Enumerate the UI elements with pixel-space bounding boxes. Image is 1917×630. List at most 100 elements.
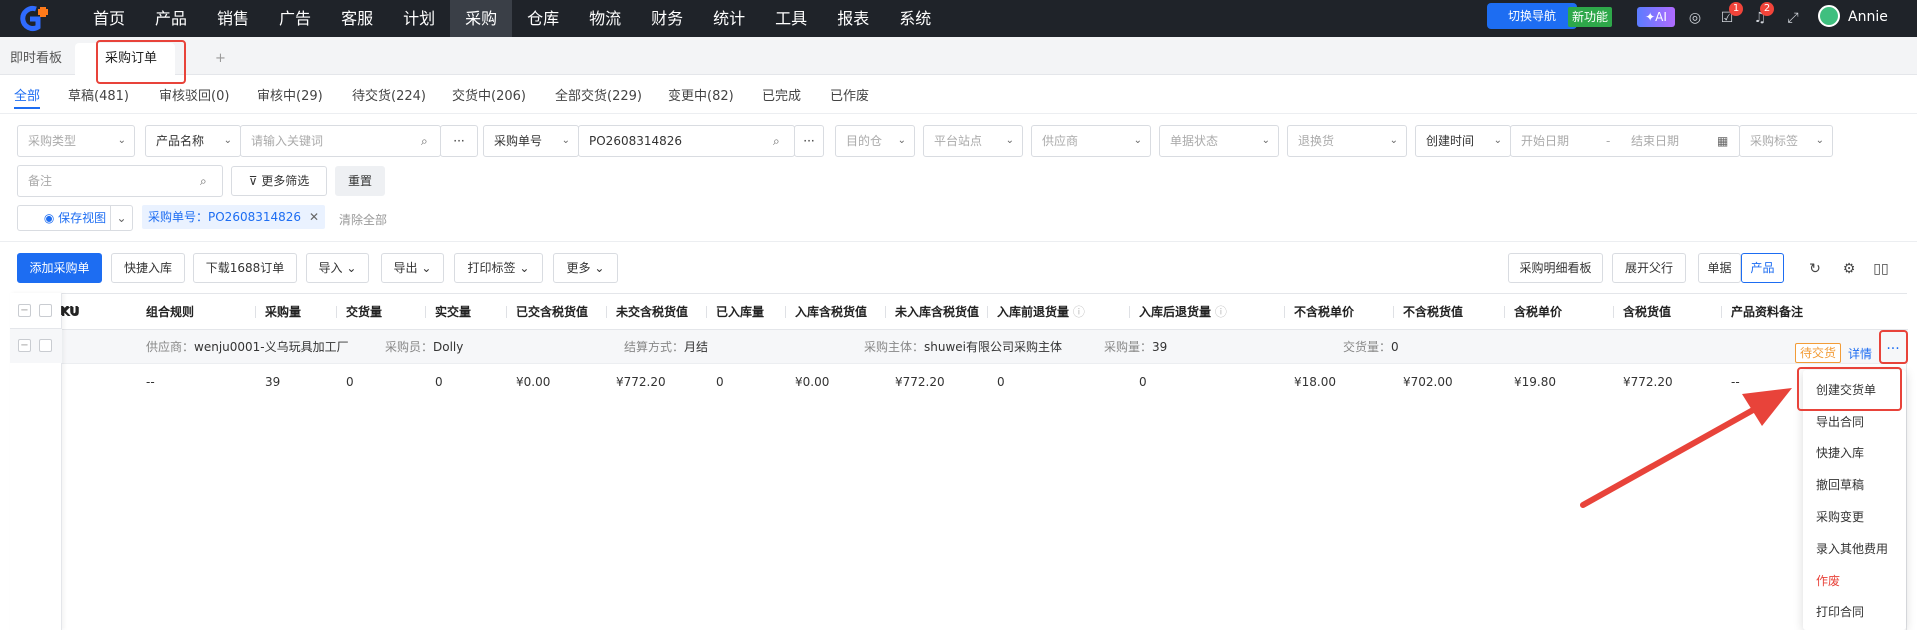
status-tab-completed[interactable]: 已完成 [762,85,801,104]
collapse-group-icon[interactable]: − [18,339,31,352]
po-more-button[interactable]: ··· [794,125,824,157]
nav-home[interactable]: 首页 [78,0,140,37]
fullscreen-icon[interactable]: ⤢ [1784,9,1802,27]
menu-print-contract[interactable]: 打印合同 [1816,603,1864,620]
menu-revert-draft[interactable]: 撤回草稿 [1816,476,1864,493]
app-logo[interactable] [14,5,58,32]
menu-purchase-change[interactable]: 采购变更 [1816,508,1864,525]
cell-purchase-qty: 39 [265,375,281,389]
col-divider [425,306,426,318]
site-select[interactable]: 平台站点 ⌄ [923,125,1023,157]
status-tab-reviewing[interactable]: 审核中(29) [257,85,323,104]
nav-sales[interactable]: 销售 [202,0,264,37]
status-tab-all-delivered[interactable]: 全部交货(229) [555,85,642,104]
chevron-down-icon: ⌄ [1493,135,1502,146]
po-number-select[interactable]: 采购单号 ⌄ [483,125,579,157]
nav-product[interactable]: 产品 [140,0,202,37]
nav-plan[interactable]: 计划 [388,0,450,37]
export-button[interactable]: 导出 ⌄ [381,253,444,283]
menu-export-contract[interactable]: 导出合同 [1816,413,1864,430]
search-icon[interactable]: ⌕ [421,126,428,156]
new-feature-badge[interactable]: 新功能 [1568,7,1612,27]
reset-button[interactable]: 重置 [335,166,385,196]
purchase-type-select[interactable]: 采购类型 ⌄ [17,125,135,157]
download-1688-button[interactable]: 下载1688订单 [193,253,297,283]
clear-all-link[interactable]: 清除全部 [339,211,387,228]
product-name-select[interactable]: 产品名称 ⌄ [145,125,241,157]
tab-dashboard[interactable]: 即时看板 [0,43,72,75]
more-filter-button[interactable]: ⊽ 更多筛选 [231,166,327,196]
status-tab-pending-delivery[interactable]: 待交货(224) [352,85,426,104]
nav-reports[interactable]: 报表 [822,0,884,37]
nav-stats[interactable]: 统计 [698,0,760,37]
select-all-checkbox[interactable] [39,304,52,317]
status-tab-voided[interactable]: 已作废 [830,85,869,104]
col-post-return-label: 入库后退货量 [1139,305,1212,319]
help-icon[interactable]: ⓘ [1069,305,1085,319]
keyword-more-button[interactable]: ··· [440,125,478,157]
status-tab-rejected[interactable]: 审核驳回(0) [159,85,229,104]
task-count-badge: 1 [1729,2,1743,16]
purchase-type-placeholder: 采购类型 [28,134,77,148]
nav-tools[interactable]: 工具 [760,0,822,37]
nav-purchase[interactable]: 采购 [450,0,513,37]
collapse-all-icon[interactable]: − [18,304,31,317]
expand-parent-button[interactable]: 展开父行 [1612,253,1686,283]
user-name[interactable]: Annie [1848,9,1888,25]
tag-select[interactable]: 采购标签 ⌄ [1739,125,1833,157]
status-tab-all[interactable]: 全部 [14,85,41,109]
chevron-down-icon[interactable]: ⌄ [110,206,132,230]
menu-void[interactable]: 作废 [1816,572,1840,589]
col-divider [255,306,256,318]
view-by-doc-button[interactable]: 单据 [1698,253,1741,283]
nav-warehouse[interactable]: 仓库 [512,0,574,37]
search-icon[interactable]: ⌕ [773,126,780,156]
switch-nav-button[interactable]: 切换导航 [1487,3,1577,29]
date-range-input[interactable]: 开始日期 - 结束日期 ▦ [1510,125,1740,157]
more-button[interactable]: 更多 ⌄ [553,253,618,283]
add-purchase-order-button[interactable]: 添加采购单 [17,253,102,283]
view-by-product-button[interactable]: 产品 [1741,253,1784,283]
status-tab-draft[interactable]: 草稿(481) [68,85,129,104]
created-time-select[interactable]: 创建时间 ⌄ [1415,125,1511,157]
close-icon[interactable]: ✕ [309,210,319,224]
nav-ads[interactable]: 广告 [264,0,326,37]
nav-service[interactable]: 客服 [326,0,388,37]
print-label-button[interactable]: 打印标签 ⌄ [454,253,543,283]
return-select[interactable]: 退换货 ⌄ [1287,125,1407,157]
supplier-select[interactable]: 供应商 ⌄ [1031,125,1151,157]
status-tab-changing[interactable]: 变更中(82) [668,85,734,104]
detail-board-button[interactable]: 采购明细看板 [1508,253,1603,283]
menu-other-fees[interactable]: 录入其他费用 [1816,540,1888,557]
gear-icon[interactable]: ⚙ [1840,260,1858,278]
status-tab-delivering[interactable]: 交货中(206) [452,85,526,104]
group-checkbox[interactable] [39,339,52,352]
nav-logistics[interactable]: 物流 [574,0,636,37]
import-button[interactable]: 导入 ⌄ [306,253,369,283]
help-icon[interactable]: ⓘ [1211,305,1227,319]
avatar[interactable] [1818,5,1840,27]
group-delivered: 交货量：0 [1343,330,1399,364]
help-icon[interactable]: ◎ [1686,9,1704,27]
columns-icon[interactable]: ▯▯ [1872,260,1890,278]
remark-input[interactable]: 备注 ⌕ [17,165,223,197]
search-icon[interactable]: ⌕ [200,166,207,196]
quick-in-button[interactable]: 快捷入库 [111,253,185,283]
add-tab-button[interactable]: + [205,43,236,75]
created-time-label: 创建时间 [1426,134,1475,148]
keyword-input[interactable]: 请输入关键词 ⌕ [240,125,441,157]
detail-link[interactable]: 详情 [1848,345,1872,362]
doc-status-select[interactable]: 单据状态 ⌄ [1159,125,1279,157]
nav-finance[interactable]: 财务 [636,0,698,37]
save-view-button[interactable]: ◉ 保存视图 ⌄ [17,205,133,231]
warehouse-select[interactable]: 目的仓 ⌄ [835,125,915,157]
ai-button[interactable]: ✦AI [1637,7,1675,27]
table-row[interactable]: -- 39 0 0 ¥0.00 ¥772.20 0 ¥0.00 ¥772.20 … [11,364,1908,400]
calendar-icon[interactable]: ▦ [1717,126,1728,156]
menu-quick-in[interactable]: 快捷入库 [1816,444,1864,461]
nav-system[interactable]: 系统 [884,0,946,37]
po-number-input[interactable]: PO2608314826 ⌕ [578,125,795,157]
col-unstocked-value: 未入库含税货值 [895,305,980,319]
refresh-icon[interactable]: ↻ [1806,260,1824,278]
chevron-down-icon: ⌄ [1261,135,1270,146]
